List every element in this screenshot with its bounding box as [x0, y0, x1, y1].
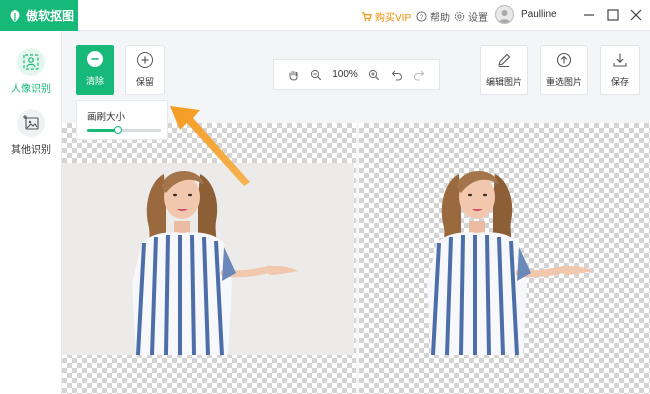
maximize-button[interactable]	[605, 7, 621, 23]
buy-vip-link[interactable]: 购买VIP	[361, 9, 411, 24]
minus-circle-icon	[87, 51, 103, 67]
cart-icon	[361, 12, 372, 22]
pointer-arrow	[170, 106, 250, 186]
clear-label: 清除	[85, 76, 104, 86]
keep-button[interactable]: 保留	[125, 45, 165, 95]
redo-icon[interactable]	[412, 68, 426, 82]
close-button[interactable]	[628, 7, 644, 23]
portrait-scan-icon	[17, 48, 45, 76]
settings-link[interactable]: 设置	[454, 9, 488, 24]
brush-size-title: 画刷大小	[87, 112, 126, 123]
username: Paulline	[521, 9, 557, 20]
gear-icon	[454, 11, 465, 22]
save-label: 保存	[610, 77, 629, 87]
zoom-toolbar: 100%	[273, 59, 440, 90]
avatar	[495, 5, 514, 24]
woman-portrait-cutout	[427, 170, 593, 356]
user-icon	[498, 10, 511, 23]
settings-label: 设置	[468, 13, 488, 24]
edit-image-label: 编辑图片	[485, 77, 522, 87]
zoom-in-icon[interactable]	[367, 68, 381, 82]
save-button[interactable]: 保存	[600, 45, 640, 95]
reselect-image-label: 重选图片	[545, 77, 582, 87]
hand-pan-icon[interactable]	[286, 68, 300, 82]
buy-vip-label: 购买VIP	[375, 13, 412, 24]
title-bar: 傲软抠图 购买VIP ? 帮助 设置 Paulline	[0, 0, 650, 31]
left-sidebar: 人像识别 其他识别	[0, 31, 62, 394]
brush-size-popup: 画刷大小	[76, 100, 168, 140]
close-icon	[630, 9, 642, 21]
svg-text:?: ?	[420, 14, 424, 21]
reselect-image-button[interactable]: 重选图片	[540, 45, 588, 95]
app-logo: 傲软抠图	[0, 0, 78, 31]
zoom-out-icon[interactable]	[309, 68, 323, 82]
clear-button[interactable]: 清除	[76, 45, 114, 95]
sidebar-item-portrait[interactable]: 人像识别	[0, 48, 62, 95]
brush-size-slider[interactable]	[87, 126, 161, 134]
sidebar-item-label: 人像识别	[11, 84, 51, 95]
help-link[interactable]: ? 帮助	[416, 9, 450, 24]
help-label: 帮助	[430, 13, 450, 24]
help-icon: ?	[416, 11, 427, 22]
minimize-button[interactable]	[581, 7, 597, 23]
zoom-value: 100%	[332, 69, 358, 80]
keep-label: 保留	[135, 77, 154, 87]
sidebar-item-label: 其他识别	[11, 145, 51, 156]
undo-icon[interactable]	[390, 68, 404, 82]
leaf-logo-icon	[10, 9, 20, 22]
app-name: 傲软抠图	[26, 9, 75, 23]
edit-image-button[interactable]: 编辑图片	[480, 45, 528, 95]
maximize-icon	[607, 9, 619, 21]
slider-handle[interactable]	[114, 126, 123, 134]
plus-circle-icon	[137, 52, 153, 68]
pencil-icon	[498, 53, 511, 68]
sidebar-item-other[interactable]: 其他识别	[0, 109, 62, 156]
upload-circle-icon	[556, 52, 572, 68]
result-image-panel[interactable]	[359, 123, 650, 394]
minimize-icon	[584, 14, 594, 16]
image-add-icon	[17, 109, 45, 137]
user-account[interactable]: Paulline	[495, 5, 557, 24]
download-icon	[613, 53, 627, 67]
